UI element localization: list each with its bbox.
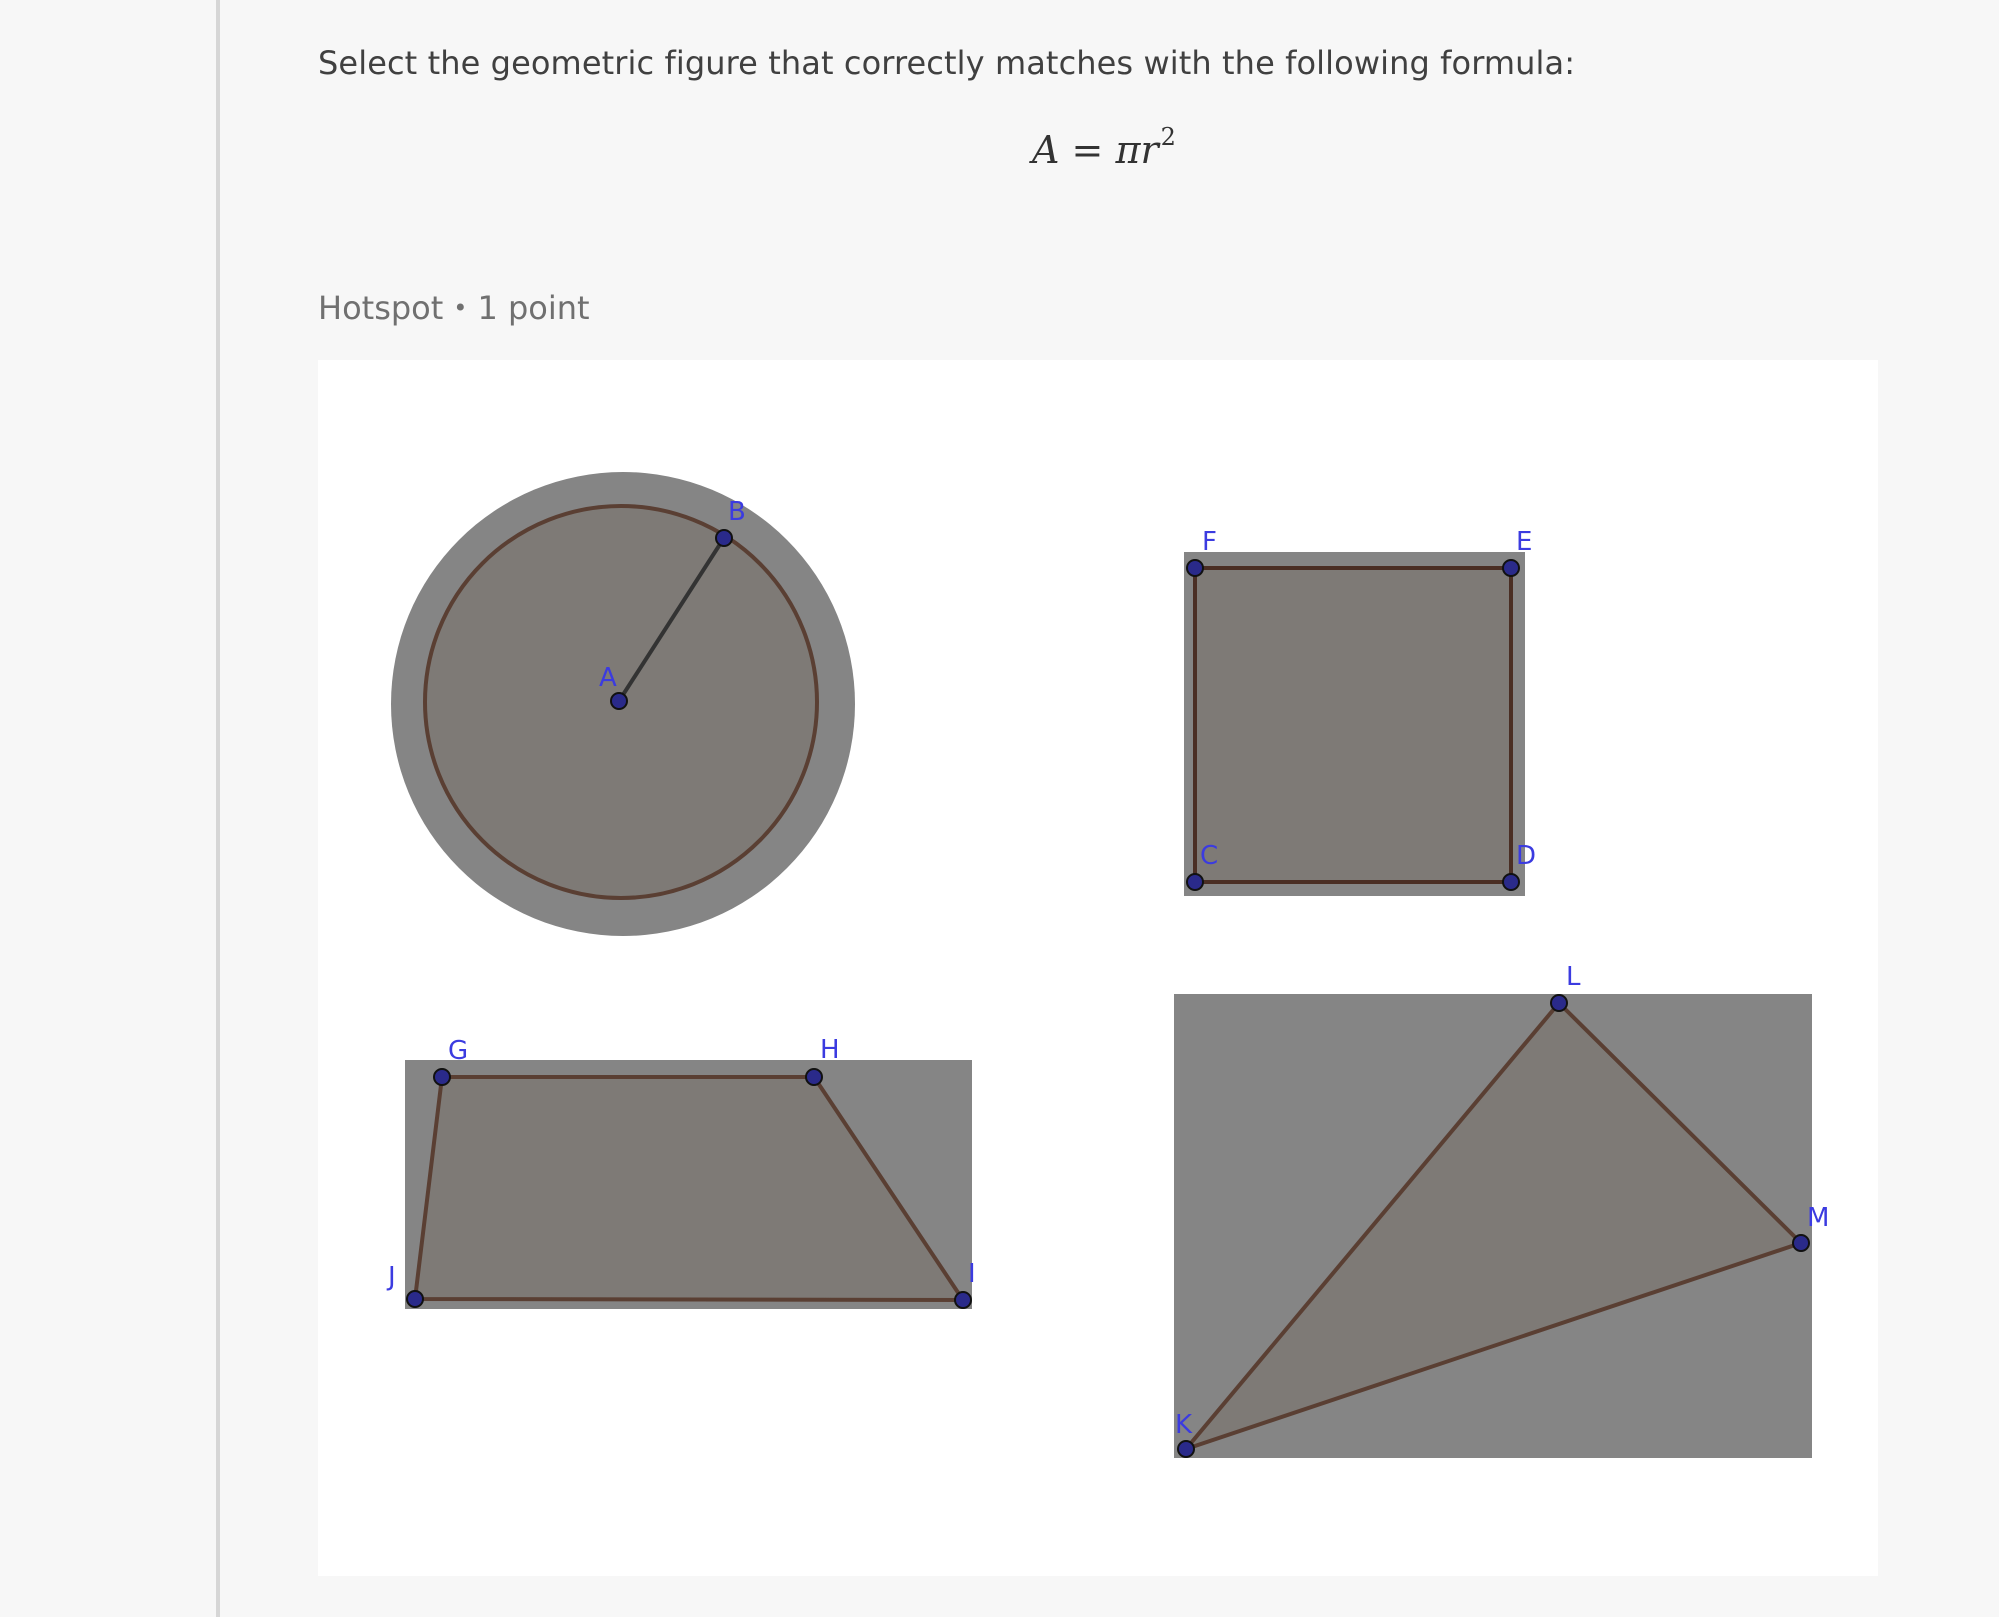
- figures-svg: A B F E C D G H J I L M K: [386, 472, 1829, 1458]
- point-d: [1502, 873, 1520, 891]
- question-points: 1 point: [477, 289, 590, 327]
- hotspot-trapezoid[interactable]: G H J I: [386, 1035, 976, 1309]
- label-k: K: [1175, 1410, 1193, 1440]
- point-f: [1186, 559, 1204, 577]
- label-g: G: [448, 1036, 468, 1066]
- question-type: Hotspot: [318, 289, 444, 327]
- point-m: [1792, 1234, 1810, 1252]
- point-e: [1502, 559, 1520, 577]
- formula-exponent: 2: [1160, 123, 1176, 151]
- point-a: [610, 692, 628, 710]
- left-divider: [216, 0, 220, 1617]
- point-b: [715, 529, 733, 547]
- label-b: B: [728, 497, 746, 527]
- label-a: A: [599, 663, 617, 693]
- label-i: I: [968, 1259, 976, 1289]
- label-f: F: [1202, 527, 1217, 557]
- area-formula: A = πr2: [1032, 123, 1176, 172]
- quiz-page: Select the geometric figure that correct…: [0, 0, 1999, 1617]
- question-meta: Hotspot • 1 point: [318, 289, 590, 327]
- point-k: [1177, 1440, 1195, 1458]
- point-i: [954, 1291, 972, 1309]
- square-shape: [1193, 566, 1513, 884]
- point-l: [1550, 994, 1568, 1012]
- formula-pi: π: [1115, 128, 1141, 172]
- formula-var: r: [1140, 128, 1159, 172]
- label-d: D: [1516, 841, 1536, 871]
- label-c: C: [1200, 841, 1218, 871]
- label-m: M: [1807, 1203, 1829, 1233]
- hotspot-circle[interactable]: A B: [391, 472, 855, 936]
- label-l: L: [1566, 962, 1581, 992]
- point-g: [433, 1068, 451, 1086]
- meta-separator: •: [453, 294, 468, 322]
- question-prompt: Select the geometric figure that correct…: [318, 44, 1576, 82]
- point-h: [805, 1068, 823, 1086]
- hotspot-triangle[interactable]: L M K: [1174, 962, 1829, 1458]
- label-j: J: [386, 1262, 396, 1292]
- point-c: [1186, 873, 1204, 891]
- formula-lhs: A: [1032, 128, 1060, 172]
- label-e: E: [1516, 527, 1532, 557]
- hotspot-canvas: A B F E C D G H J I L M K: [318, 360, 1878, 1576]
- formula-equals: =: [1071, 128, 1104, 172]
- hotspot-square[interactable]: F E C D: [1184, 527, 1536, 896]
- label-h: H: [820, 1035, 840, 1065]
- point-j: [406, 1290, 424, 1308]
